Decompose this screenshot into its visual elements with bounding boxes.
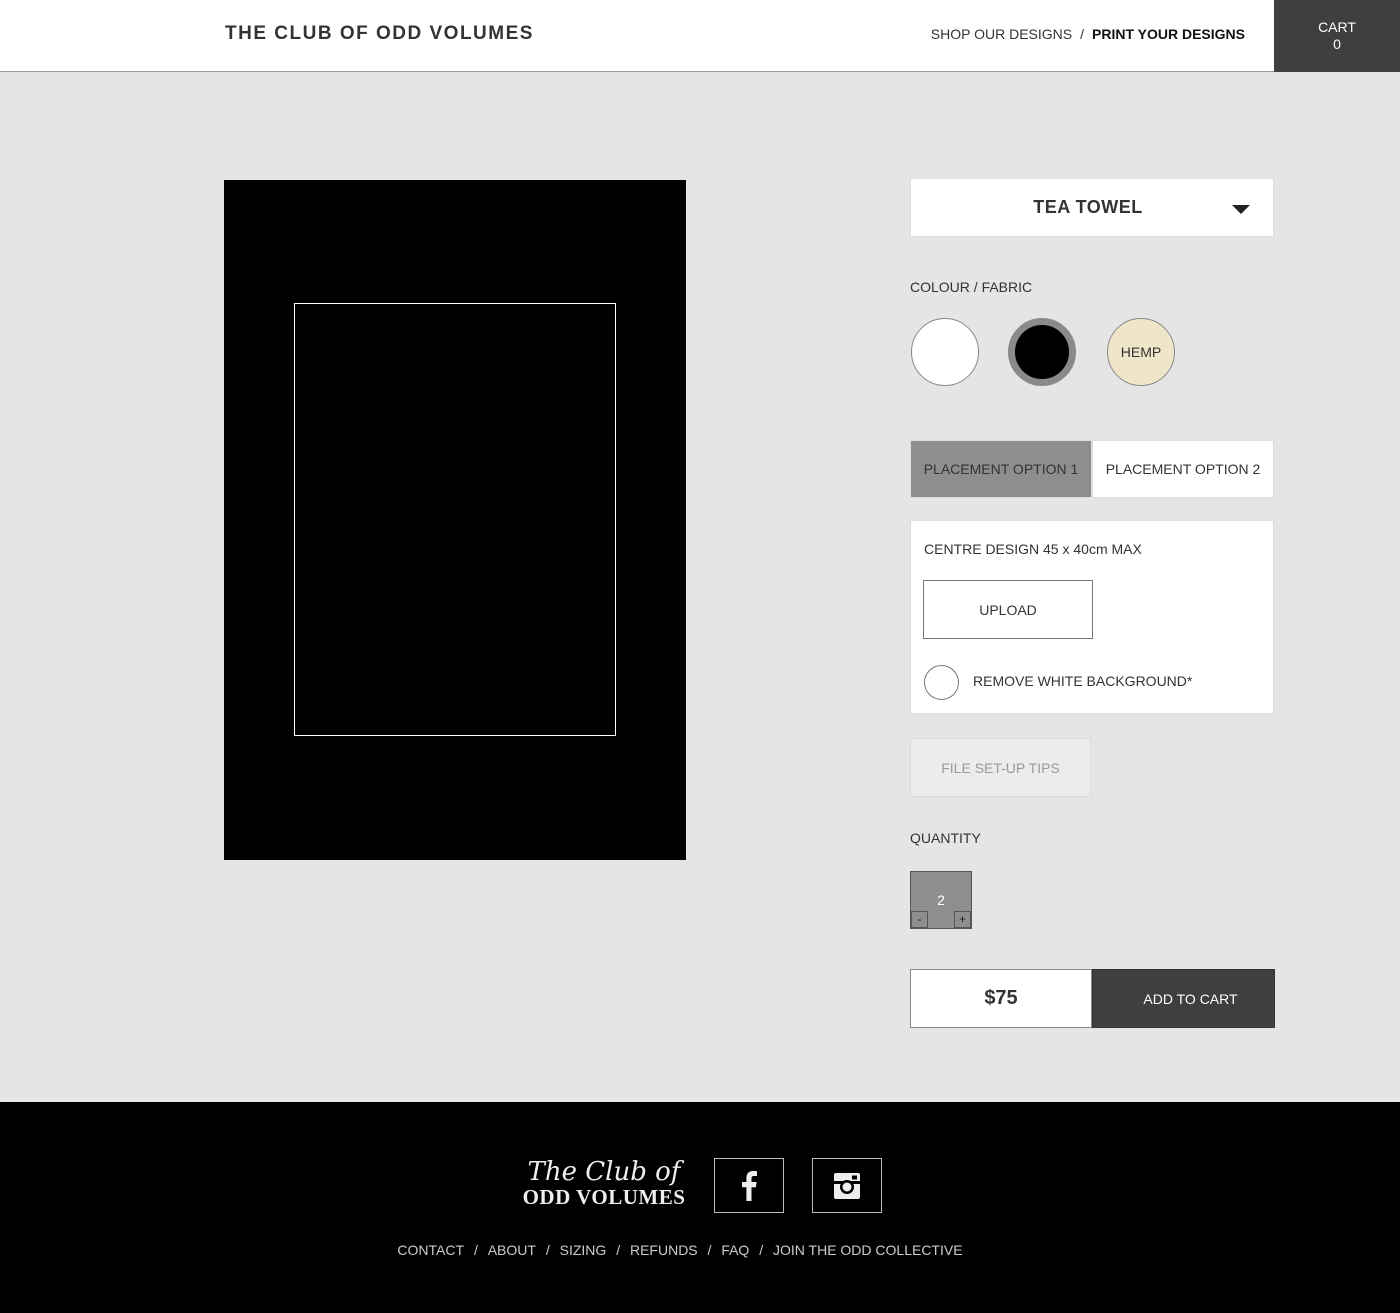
swatch-hemp[interactable]: HEMP <box>1107 318 1175 386</box>
product-preview <box>224 180 686 860</box>
caret-down-icon <box>1232 205 1250 214</box>
site-footer: The Club of ODD VOLUMES CONTACT / ABOUT … <box>0 1102 1400 1313</box>
footer-separator: / <box>473 1242 478 1258</box>
remove-background-radio[interactable] <box>924 665 959 700</box>
cart-label: CART <box>1318 19 1356 35</box>
remove-background-label: REMOVE WHITE BACKGROUND* <box>973 673 1193 689</box>
quantity-value[interactable]: 2 <box>911 892 971 908</box>
quantity-decrement-button[interactable]: - <box>911 911 928 928</box>
brand-logo[interactable]: THE CLUB OF ODD VOLUMES <box>225 23 534 45</box>
top-nav: SHOP OUR DESIGNS / PRINT YOUR DESIGNS <box>931 26 1245 42</box>
quantity-label: QUANTITY <box>910 830 981 846</box>
footer-separator: / <box>545 1242 550 1258</box>
product-dropdown[interactable]: TEA TOWEL <box>910 178 1274 237</box>
footer-link-about[interactable]: ABOUT <box>488 1242 536 1258</box>
file-setup-tips-button[interactable]: FILE SET-UP TIPS <box>910 738 1091 797</box>
placement-option-2[interactable]: PLACEMENT OPTION 2 <box>1092 440 1274 498</box>
footer-link-contact[interactable]: CONTACT <box>397 1242 464 1258</box>
nav-print-your-designs[interactable]: PRINT YOUR DESIGNS <box>1092 26 1245 42</box>
footer-link-refunds[interactable]: REFUNDS <box>630 1242 698 1258</box>
quantity-stepper: 2 - + <box>910 871 972 929</box>
nav-separator: / <box>1080 26 1084 42</box>
instagram-link[interactable] <box>812 1158 882 1213</box>
design-size-note: CENTRE DESIGN 45 x 40cm MAX <box>924 541 1142 557</box>
swatch-white[interactable] <box>911 318 979 386</box>
footer-link-faq[interactable]: FAQ <box>721 1242 749 1258</box>
swatch-black[interactable] <box>1008 318 1076 386</box>
design-upload-panel: CENTRE DESIGN 45 x 40cm MAX UPLOAD REMOV… <box>910 520 1274 714</box>
facebook-link[interactable] <box>714 1158 784 1213</box>
nav-shop-our-designs[interactable]: SHOP OUR DESIGNS <box>931 26 1072 42</box>
footer-logo-caps: ODD VOLUMES <box>522 1185 686 1209</box>
print-area[interactable] <box>294 303 616 736</box>
placement-option-1[interactable]: PLACEMENT OPTION 1 <box>910 440 1092 498</box>
footer-separator: / <box>707 1242 712 1258</box>
footer-logo[interactable]: The Club of ODD VOLUMES <box>518 1158 690 1216</box>
quantity-increment-button[interactable]: + <box>954 911 971 928</box>
add-to-cart-button[interactable]: ADD TO CART <box>1092 969 1275 1028</box>
product-dropdown-value: TEA TOWEL <box>1033 197 1143 217</box>
footer-logo-script: The Club of <box>527 1157 681 1187</box>
facebook-icon <box>742 1170 757 1201</box>
colour-fabric-label: COLOUR / FABRIC <box>910 279 1033 295</box>
footer-nav: CONTACT / ABOUT / SIZING / REFUNDS / FAQ… <box>0 1242 1360 1258</box>
cart-button[interactable]: CART 0 <box>1274 0 1400 72</box>
swatch-hemp-label: HEMP <box>1120 344 1162 360</box>
footer-separator: / <box>759 1242 764 1258</box>
footer-separator: / <box>616 1242 621 1258</box>
site-header: THE CLUB OF ODD VOLUMES SHOP OUR DESIGNS… <box>0 0 1400 72</box>
footer-link-join-collective[interactable]: JOIN THE ODD COLLECTIVE <box>773 1242 963 1258</box>
price-display: $75 <box>910 969 1092 1028</box>
instagram-icon <box>834 1172 860 1199</box>
footer-link-sizing[interactable]: SIZING <box>560 1242 607 1258</box>
cart-count: 0 <box>1333 36 1341 52</box>
upload-button[interactable]: UPLOAD <box>923 580 1093 639</box>
